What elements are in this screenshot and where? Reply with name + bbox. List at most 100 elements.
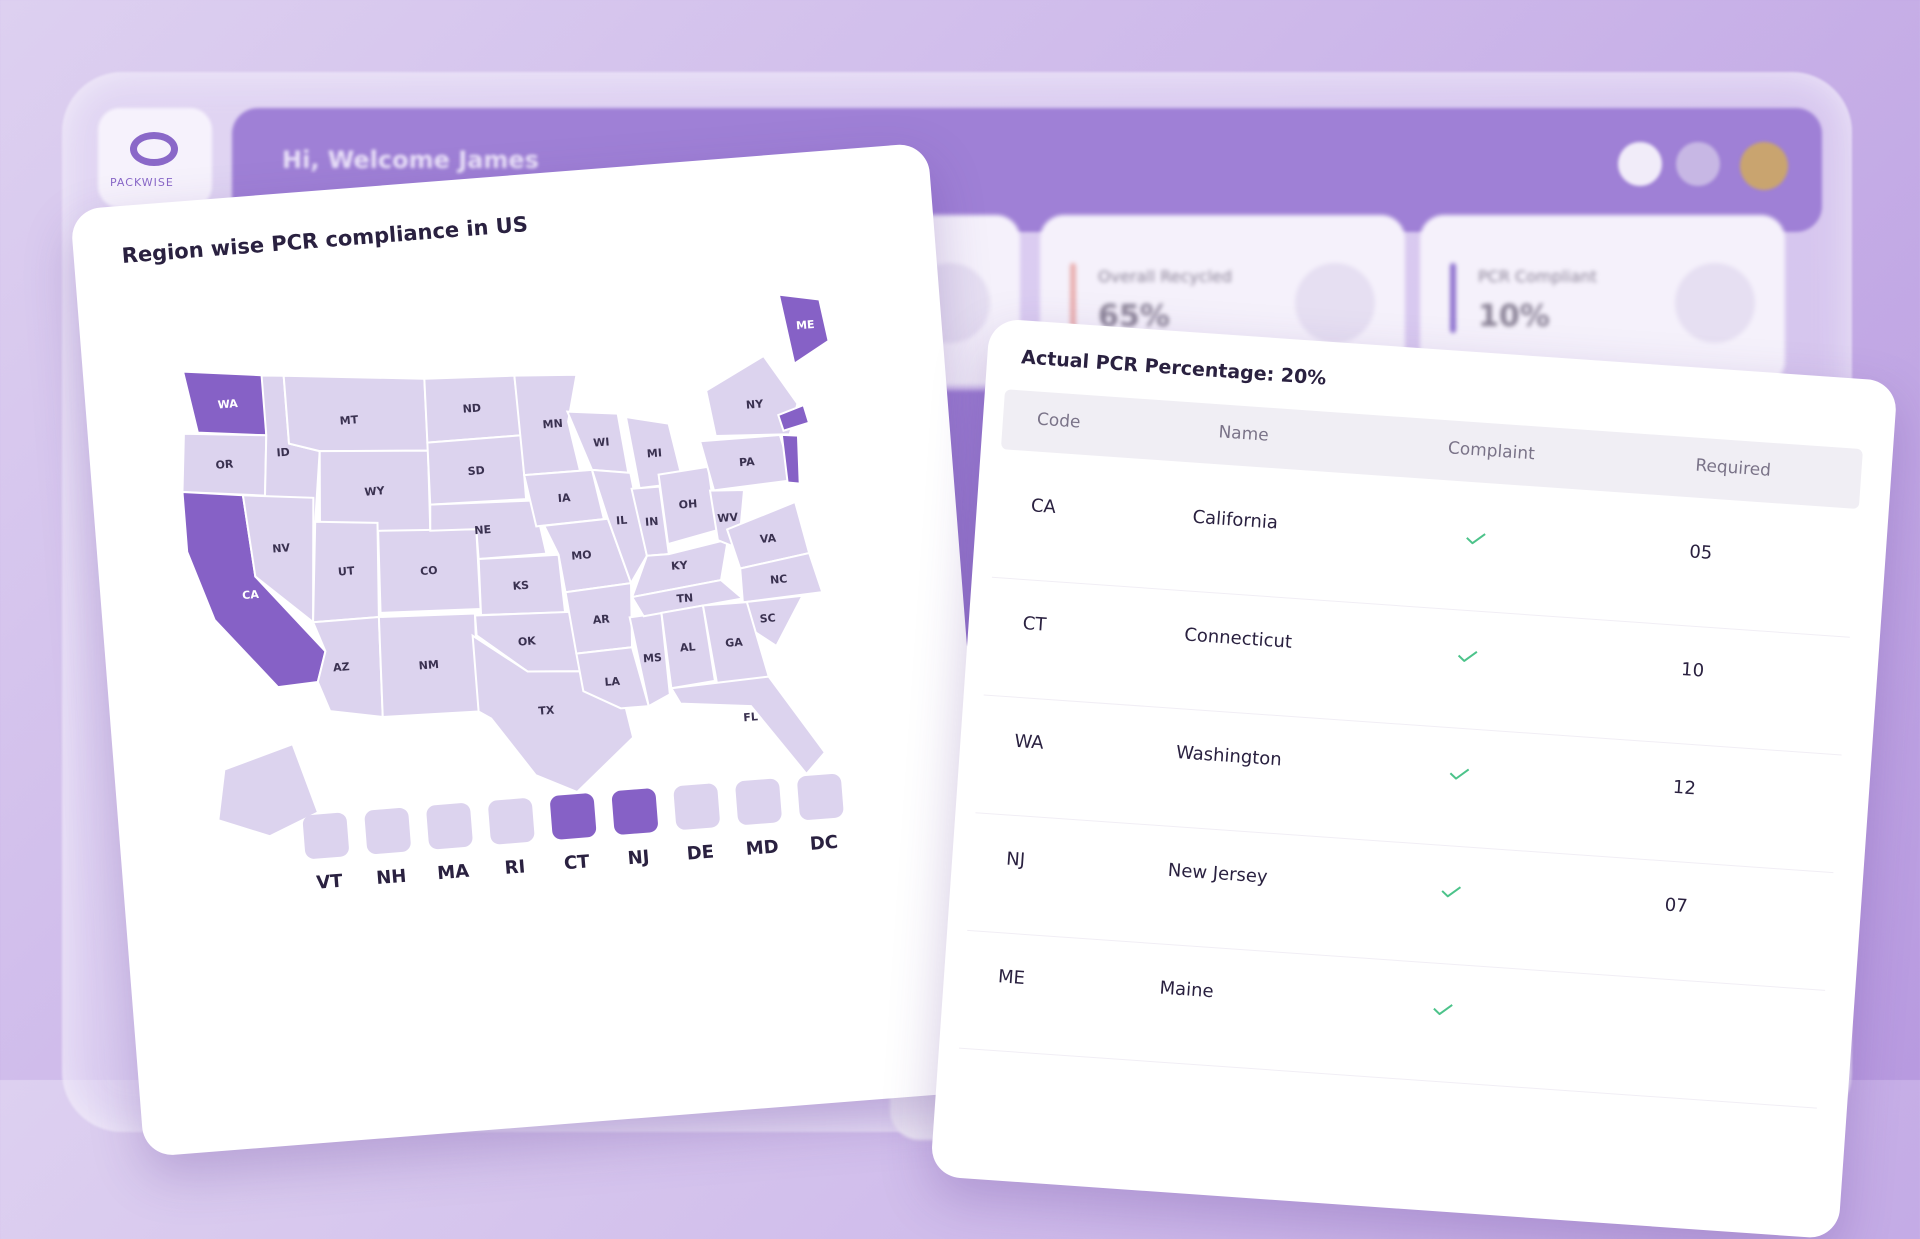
column-header-code[interactable]: Code	[1036, 410, 1081, 433]
state-label-CO: CO	[420, 564, 438, 578]
legend-item-CT[interactable]: CT	[545, 792, 603, 875]
legend-swatch	[549, 792, 597, 841]
check-icon	[1449, 768, 1470, 780]
avatar[interactable]	[1740, 142, 1788, 190]
legend-label: VT	[315, 870, 344, 894]
cell-required: 05	[1688, 541, 1713, 564]
column-header-required[interactable]: Required	[1695, 456, 1772, 481]
state-label-MI: MI	[646, 446, 662, 460]
state-label-OR: OR	[215, 457, 234, 471]
cell-required: 10	[1680, 659, 1705, 682]
welcome-text: Hi, Welcome James	[282, 146, 539, 174]
state-label-GA: GA	[725, 636, 744, 650]
logo-icon	[130, 132, 178, 166]
cell-code: ME	[997, 966, 1026, 990]
state-label-WI: WI	[593, 435, 610, 449]
column-header-complaint[interactable]: Complaint	[1447, 438, 1535, 464]
state-label-VA: VA	[759, 532, 777, 546]
legend-label: NH	[375, 865, 408, 889]
state-FL[interactable]	[669, 673, 827, 784]
legend-item-DE[interactable]: DE	[669, 783, 727, 866]
state-label-KY: KY	[671, 559, 689, 573]
cell-code: WA	[1013, 730, 1045, 754]
stat-accent-bar	[1450, 263, 1456, 333]
check-icon	[1441, 886, 1462, 898]
state-label-MO: MO	[571, 548, 592, 563]
state-label-IN: IN	[645, 515, 659, 529]
state-label-TN: TN	[676, 591, 694, 605]
state-label-NC: NC	[770, 572, 788, 586]
legend-item-NJ[interactable]: NJ	[607, 787, 665, 871]
state-label-ND: ND	[462, 401, 481, 415]
cell-name: Washington	[1175, 742, 1283, 771]
stat-label: Overall Recycled	[1098, 267, 1233, 286]
state-label-WY: WY	[364, 484, 386, 499]
legend-item-MA[interactable]: MA	[422, 802, 480, 885]
pcr-map-card: Region wise PCR compliance in US WA OR C…	[70, 142, 1002, 1158]
state-label-NV: NV	[272, 541, 291, 555]
state-label-MT: MT	[339, 413, 359, 427]
legend-swatch	[425, 802, 474, 850]
legend-label: DE	[685, 841, 715, 865]
state-label-SD: SD	[467, 464, 485, 478]
cell-required: 12	[1672, 776, 1697, 800]
legend-label: CT	[563, 851, 591, 875]
cell-code: CA	[1030, 495, 1057, 519]
legend-swatch	[487, 797, 535, 845]
flag-icon[interactable]	[1676, 142, 1720, 186]
stat-accent-bar	[1070, 263, 1076, 333]
state-label-AR: AR	[592, 612, 610, 626]
state-label-WA: WA	[217, 397, 239, 412]
check-icon	[1466, 533, 1486, 545]
state-label-OH: OH	[678, 497, 698, 511]
table-title: Actual PCR Percentage: 20%	[1020, 346, 1327, 390]
state-label-LA: LA	[604, 675, 621, 689]
cell-code: NJ	[1005, 848, 1026, 871]
chart-icon	[1295, 263, 1375, 343]
state-label-MS: MS	[643, 651, 663, 665]
cell-name: New Jersey	[1167, 859, 1269, 888]
stat-value: 10%	[1478, 299, 1550, 334]
us-map: WA OR CA ID NV MT WY UT AZ CO NM ND SD NE KS OK TX MN IA MO…	[181, 293, 830, 838]
state-label-AZ: AZ	[333, 660, 350, 674]
check-icon	[1457, 650, 1478, 663]
state-label-ID: ID	[276, 446, 290, 460]
legend-label: MA	[436, 860, 470, 885]
cell-required: 07	[1663, 894, 1689, 918]
legend-item-RI[interactable]: RI	[484, 797, 542, 880]
state-label-WV: WV	[717, 511, 739, 526]
state-label-CA: CA	[242, 588, 260, 602]
legend-swatch	[302, 812, 350, 860]
legend-swatch	[364, 807, 412, 855]
state-label-OK: OK	[517, 634, 536, 648]
legend-swatch	[796, 773, 845, 821]
state-label-KS: KS	[512, 579, 529, 593]
state-label-ME: ME	[796, 318, 815, 332]
state-label-FL: FL	[743, 710, 759, 724]
state-label-TX: TX	[538, 704, 555, 718]
pcr-table-card: Actual PCR Percentage: 20% Code Name Com…	[930, 318, 1898, 1239]
logo-text: PACKWISE	[110, 176, 174, 189]
legend-swatch	[734, 778, 783, 826]
state-label-PA: PA	[739, 455, 756, 469]
legend-item-VT[interactable]: VT	[298, 812, 356, 895]
state-label-AL: AL	[679, 640, 696, 654]
cell-name: Maine	[1158, 977, 1215, 1003]
legend-item-MD[interactable]: MD	[731, 778, 789, 861]
legend-swatch	[611, 787, 659, 836]
legend-swatch	[673, 783, 721, 831]
notification-icon[interactable]	[1618, 142, 1662, 186]
state-label-NM: NM	[418, 658, 439, 673]
legend-label: RI	[503, 856, 527, 879]
legend-item-DC[interactable]: DC	[793, 773, 851, 856]
legend-item-NH[interactable]: NH	[360, 807, 418, 890]
state-label-IL: IL	[616, 514, 628, 528]
map-title: Region wise PCR compliance in US	[120, 212, 529, 269]
state-label-MN: MN	[542, 417, 563, 432]
legend-label: NJ	[626, 846, 651, 870]
state-label-NE: NE	[474, 523, 492, 537]
column-header-name[interactable]: Name	[1218, 422, 1269, 445]
state-label-IA: IA	[557, 491, 571, 505]
cell-name: Connecticut	[1183, 624, 1293, 653]
legend-label: MD	[744, 836, 780, 860]
